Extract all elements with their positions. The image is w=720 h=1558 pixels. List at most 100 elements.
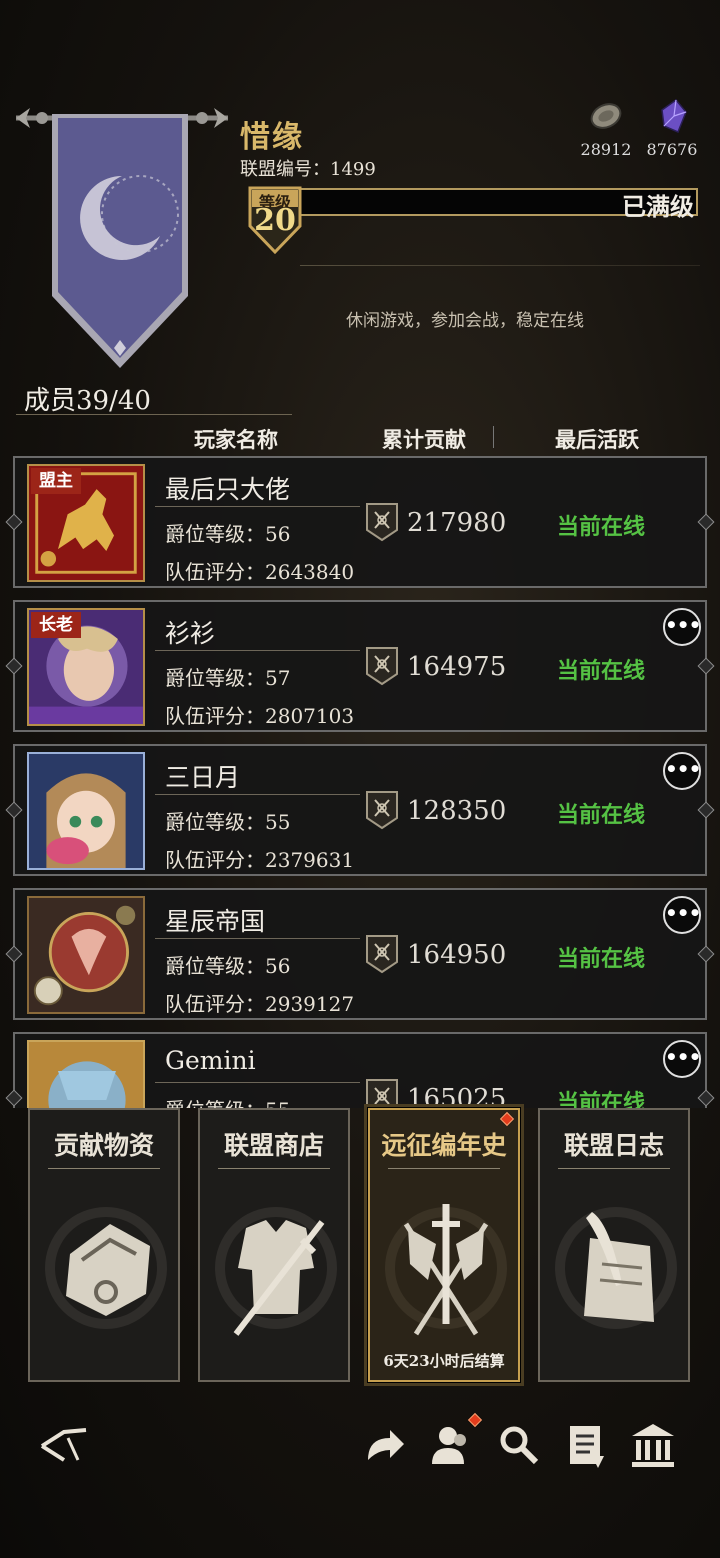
rank-label: 爵位等级： bbox=[165, 522, 265, 546]
player-rank: 爵位等级：56 bbox=[165, 950, 290, 979]
header-last-active[interactable]: 最后活跃 bbox=[555, 424, 639, 454]
alliance-name: 惜缘 bbox=[240, 120, 304, 155]
card-title: 贡献物资 bbox=[53, 1131, 154, 1160]
member-row[interactable]: 三日月 爵位等级：55 队伍评分：2379631 128350 当前在线 ••• bbox=[13, 744, 707, 876]
online-status: 当前在线 bbox=[557, 1090, 646, 1108]
rank-value: 55 bbox=[265, 1098, 290, 1108]
player-score: 队伍评分：2643840 bbox=[165, 556, 354, 585]
divider bbox=[388, 1168, 500, 1169]
player-rank: 爵位等级：55 bbox=[165, 806, 290, 835]
alliance-id-label: 联盟编号： bbox=[240, 159, 330, 180]
divider bbox=[16, 414, 292, 415]
elf-blue-avatar bbox=[29, 1042, 143, 1108]
rank-label: 爵位等级： bbox=[165, 666, 265, 690]
rank-value: 56 bbox=[265, 954, 291, 978]
member-avatar[interactable] bbox=[27, 1040, 145, 1108]
crystal-icon bbox=[661, 98, 687, 133]
silver-resource[interactable]: 28912 bbox=[574, 96, 638, 159]
back-icon[interactable] bbox=[38, 1420, 88, 1470]
contribution-icon bbox=[366, 503, 398, 542]
online-status: 当前在线 bbox=[557, 802, 646, 828]
contribution-icon bbox=[366, 791, 398, 830]
card-title: 联盟商店 bbox=[223, 1131, 324, 1160]
more-options-button[interactable]: ••• bbox=[663, 1040, 701, 1078]
search-icon[interactable] bbox=[494, 1420, 544, 1470]
header-divider bbox=[493, 426, 494, 448]
steampunk-emblem-avatar bbox=[29, 898, 143, 1012]
alliance-id-value: 1499 bbox=[330, 159, 376, 180]
crystal-resource[interactable]: 87676 bbox=[640, 96, 704, 159]
player-name: 三日月 bbox=[165, 763, 241, 792]
member-avatar[interactable]: 盟主 bbox=[27, 464, 145, 582]
contribution-value: 164975 bbox=[407, 652, 507, 682]
rank-value: 56 bbox=[265, 522, 291, 546]
level-value: 20 bbox=[254, 203, 296, 238]
member-row[interactable]: 盟主 最后只大佬 爵位等级：56 队伍评分：2643840 217980 当前在… bbox=[13, 456, 707, 588]
contribution-value: 128350 bbox=[407, 796, 507, 826]
divider bbox=[155, 650, 360, 651]
share-icon[interactable] bbox=[358, 1420, 408, 1470]
card-alliance-shop[interactable]: 联盟商店 bbox=[198, 1108, 350, 1382]
contribution-icon bbox=[366, 647, 398, 686]
player-score: 队伍评分：2379631 bbox=[165, 844, 354, 873]
card-alliance-log[interactable]: 联盟日志 bbox=[538, 1108, 690, 1382]
rank-label: 爵位等级： bbox=[165, 1098, 265, 1108]
score-label: 队伍评分： bbox=[165, 992, 265, 1016]
player-score: 队伍评分：2807103 bbox=[165, 700, 354, 729]
member-avatar[interactable]: 长老 bbox=[27, 608, 145, 726]
crossed-banners-icon bbox=[385, 1204, 507, 1336]
score-label: 队伍评分： bbox=[165, 560, 265, 584]
divider bbox=[155, 1082, 360, 1083]
divider bbox=[218, 1168, 330, 1169]
score-label: 队伍评分： bbox=[165, 848, 265, 872]
rank-value: 55 bbox=[265, 810, 291, 834]
armor-icon bbox=[215, 1207, 337, 1336]
anime-girl-avatar bbox=[29, 754, 143, 868]
card-expedition-chronicle[interactable]: 远征编年史 6天23小时后结算 bbox=[368, 1108, 520, 1382]
member-count: 成员39/40 bbox=[24, 386, 151, 416]
alliance-motto: 休闲游戏，参加会战，稳定在线 bbox=[346, 311, 584, 331]
quill-paper-icon bbox=[555, 1207, 677, 1329]
contribution-icon bbox=[366, 935, 398, 974]
level-progress-bar: 已满级 bbox=[296, 188, 698, 221]
scroll-icon bbox=[45, 1207, 167, 1329]
more-options-button[interactable]: ••• bbox=[663, 608, 701, 646]
alliance-id: 联盟编号：1499 bbox=[240, 155, 376, 181]
player-name: Gemini bbox=[165, 1046, 256, 1075]
role-badge: 长老 bbox=[31, 612, 81, 638]
member-avatar[interactable] bbox=[27, 752, 145, 870]
contribution-value: 164950 bbox=[407, 940, 507, 970]
hall-icon[interactable] bbox=[628, 1420, 678, 1470]
score-label: 队伍评分： bbox=[165, 704, 265, 728]
card-title: 远征编年史 bbox=[381, 1131, 507, 1160]
contribution-value: 217980 bbox=[407, 508, 507, 538]
log-icon[interactable] bbox=[562, 1420, 612, 1470]
alliance-banner bbox=[16, 108, 228, 368]
online-status: 当前在线 bbox=[557, 514, 646, 540]
score-value: 2643840 bbox=[265, 560, 355, 584]
silver-amount: 28912 bbox=[580, 140, 632, 159]
members-icon[interactable] bbox=[426, 1420, 476, 1470]
more-options-button[interactable]: ••• bbox=[663, 896, 701, 934]
crystal-amount: 87676 bbox=[646, 140, 698, 159]
header-player-name[interactable]: 玩家名称 bbox=[194, 424, 278, 454]
notification-dot bbox=[499, 1111, 515, 1127]
header-contribution[interactable]: 累计贡献 bbox=[382, 424, 466, 454]
card-contribute-supplies[interactable]: 贡献物资 bbox=[28, 1108, 180, 1382]
divider bbox=[155, 506, 360, 507]
player-rank: 爵位等级：55 bbox=[165, 1094, 290, 1108]
card-title: 联盟日志 bbox=[563, 1131, 664, 1160]
divider bbox=[300, 265, 700, 266]
online-status: 当前在线 bbox=[557, 658, 646, 684]
rank-value: 57 bbox=[265, 666, 291, 690]
member-row[interactable]: Gemini 爵位等级：55 165025 当前在线 ••• bbox=[13, 1032, 707, 1108]
level-max-label: 已满级 bbox=[622, 192, 694, 221]
score-value: 2807103 bbox=[265, 704, 355, 728]
player-name: 最后只大佬 bbox=[165, 475, 291, 504]
member-row[interactable]: 长老 衫衫 爵位等级：57 队伍评分：2807103 164975 当前在线 •… bbox=[13, 600, 707, 732]
more-options-button[interactable]: ••• bbox=[663, 752, 701, 790]
member-avatar[interactable] bbox=[27, 896, 145, 1014]
member-row[interactable]: 星辰帝国 爵位等级：56 队伍评分：2939127 164950 当前在线 ••… bbox=[13, 888, 707, 1020]
member-list[interactable]: 盟主 最后只大佬 爵位等级：56 队伍评分：2643840 217980 当前在… bbox=[0, 454, 720, 1108]
divider bbox=[155, 938, 360, 939]
